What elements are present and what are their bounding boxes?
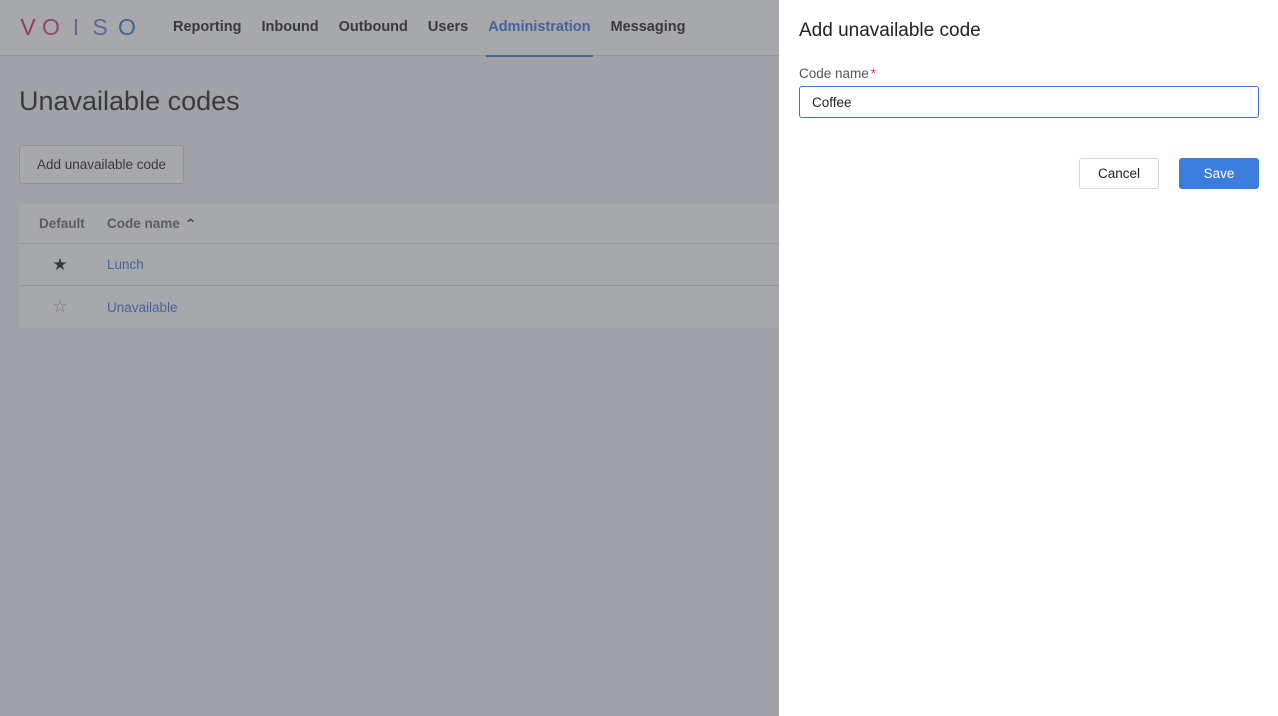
- save-button[interactable]: Save: [1179, 158, 1259, 189]
- drawer-title: Add unavailable code: [799, 20, 981, 41]
- required-marker: *: [870, 66, 877, 81]
- code-name-label-text: Code name: [799, 66, 869, 81]
- cancel-button[interactable]: Cancel: [1079, 158, 1159, 189]
- code-name-label: Code name *: [799, 66, 876, 81]
- modal-backdrop[interactable]: [0, 0, 779, 716]
- code-name-input[interactable]: [799, 86, 1259, 118]
- add-code-drawer: Add unavailable code Code name* Cancel S…: [779, 0, 1278, 716]
